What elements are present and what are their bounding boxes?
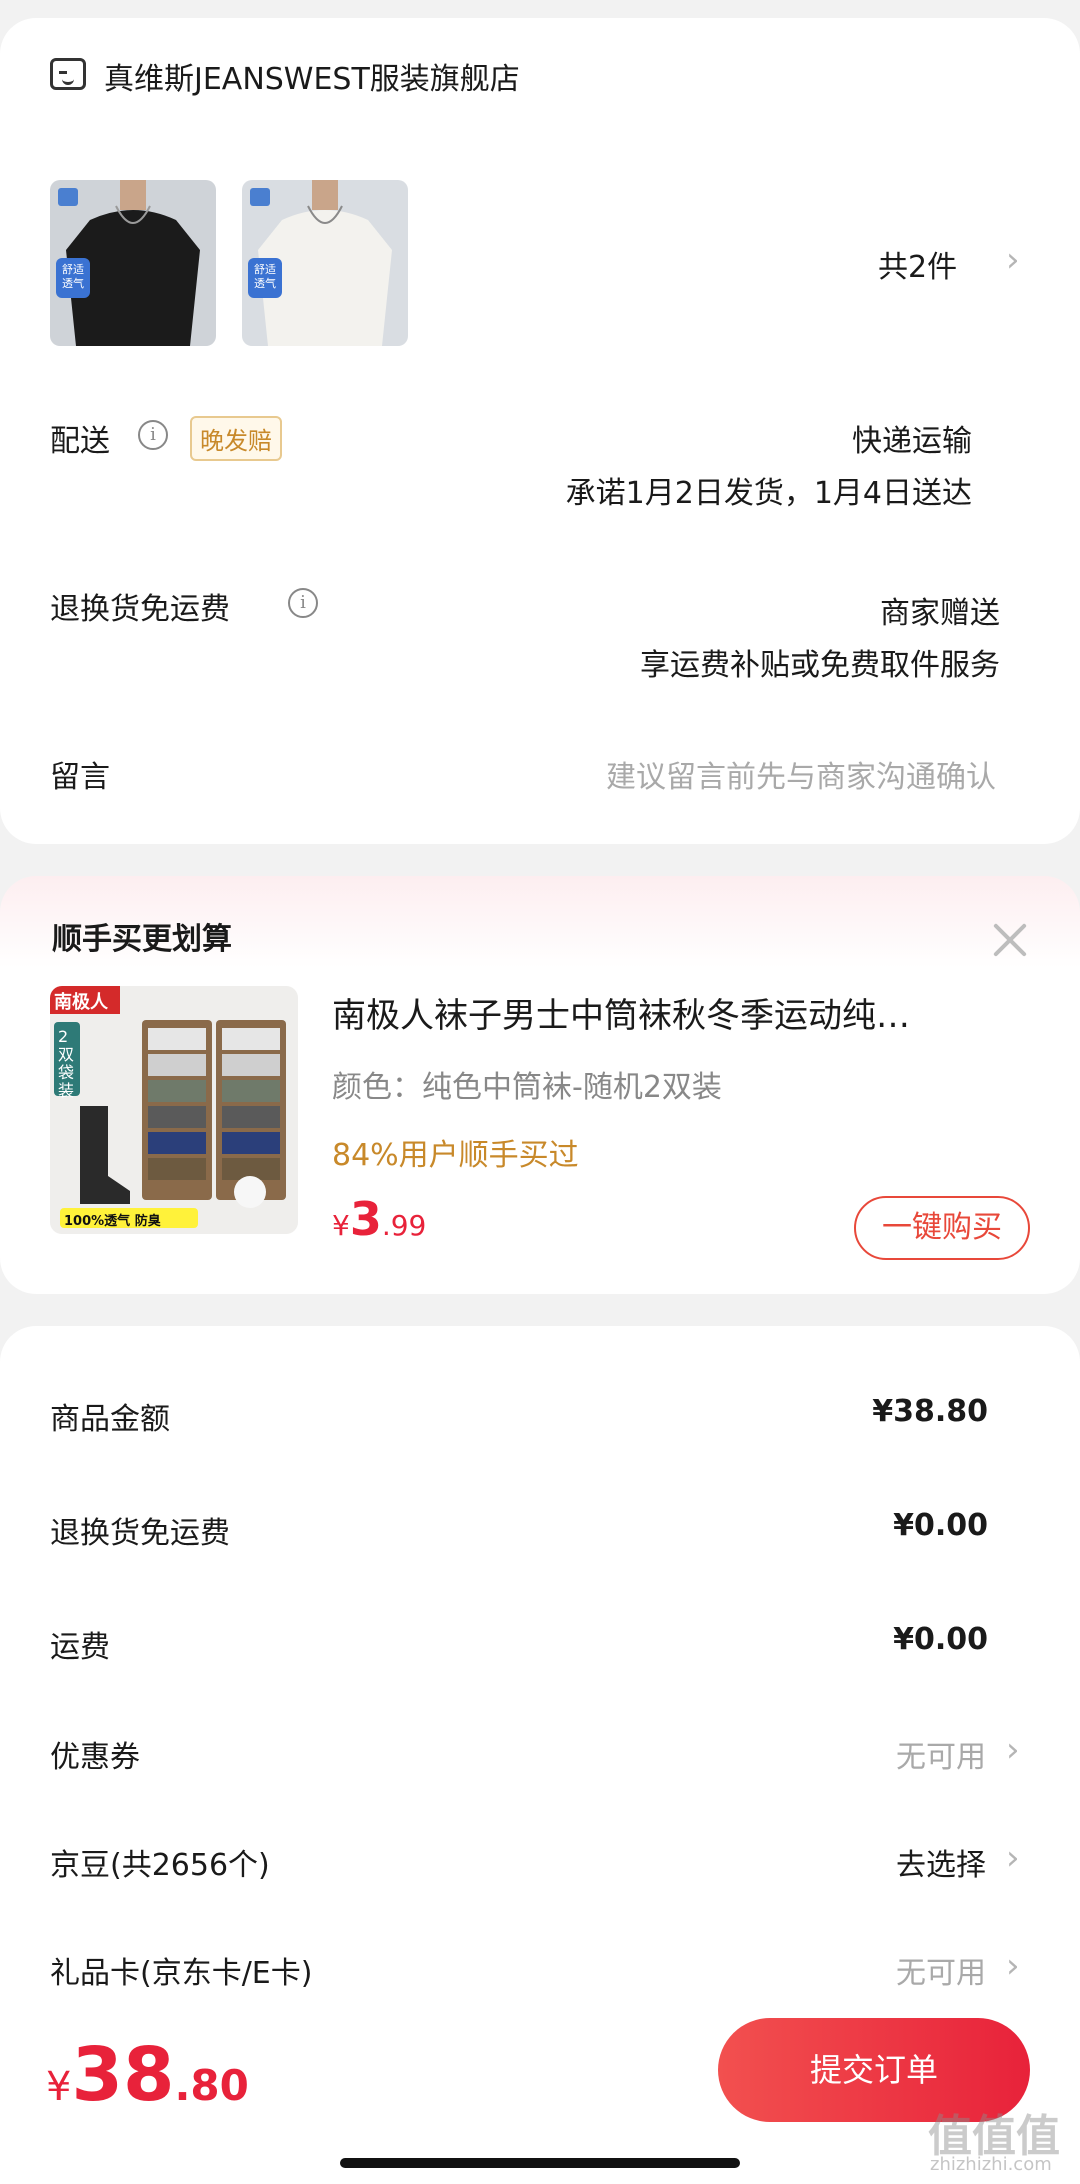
close-icon[interactable] <box>990 920 1030 960</box>
total-price-decimal: .80 <box>174 2061 249 2110</box>
message-label: 留言 <box>50 760 110 795</box>
price-symbol: ¥ <box>332 1209 350 1242</box>
sock-pack-label: 2双袋装 <box>58 1027 75 1100</box>
upsell-stat: 84%用户顺手买过 <box>332 1138 579 1173</box>
one-click-buy-button[interactable]: 一键购买 <box>854 1196 1030 1260</box>
total-price: ¥38.80 <box>46 2032 249 2118</box>
upsell-price: ¥3.99 <box>332 1192 426 1246</box>
info-icon[interactable]: i <box>288 588 318 618</box>
message-input[interactable]: 建议留言前先与商家沟通确认 <box>606 752 996 796</box>
upsell-card: 顺手买更划算 南极人 2双袋装 100%透气 防臭 南极人袜子男士中筒袜秋冬季运… <box>0 876 1080 1294</box>
summary-label-giftcard: 礼品卡(京东卡/E卡) <box>50 1956 313 1991</box>
chevron-right-icon[interactable]: › <box>1006 240 1020 280</box>
order-summary-card: 商品金额 ¥38.80 退换货免运费 ¥0.00 运费 ¥0.00 优惠券 无可… <box>0 1326 1080 2046</box>
delivery-method[interactable]: 快递运输 <box>852 416 972 460</box>
delivery-label: 配送 <box>50 424 110 459</box>
product-thumb-black[interactable]: 舒适 透气 <box>50 180 216 346</box>
brand-tag-icon <box>250 188 270 206</box>
total-price-integer: 38 <box>71 2032 175 2118</box>
summary-value-giftcard[interactable]: 无可用 <box>896 1948 986 1992</box>
store-icon <box>50 58 86 90</box>
return-shipping-desc: 享运费补贴或免费取件服务 <box>640 648 1000 683</box>
return-shipping-label: 退换货免运费 <box>50 592 230 627</box>
brand-tag-icon <box>58 188 78 206</box>
price-decimal: .99 <box>381 1209 427 1242</box>
summary-label-coupon: 优惠券 <box>50 1740 140 1775</box>
delivery-promise: 承诺1月2日发货，1月4日送达 <box>565 476 972 511</box>
summary-label-return: 退换货免运费 <box>50 1516 230 1551</box>
product-thumb-white[interactable]: 舒适 透气 <box>242 180 408 346</box>
sock-feature-label: 100%透气 防臭 <box>64 1214 161 1229</box>
summary-value-jingdou[interactable]: 去选择 <box>896 1840 986 1884</box>
comfort-badge: 舒适 透气 <box>248 258 282 298</box>
comfort-badge: 舒适 透气 <box>56 258 90 298</box>
store-name[interactable]: 真维斯JEANSWEST服装旗舰店 <box>104 54 520 98</box>
return-shipping-value: 商家赠送 <box>880 596 1000 631</box>
home-indicator[interactable] <box>340 2158 740 2168</box>
sock-box-image <box>50 986 298 1234</box>
sock-product-image[interactable]: 南极人 2双袋装 100%透气 防臭 <box>50 986 298 1234</box>
bottom-bar: ¥38.80 提交订单 值值值 zhizhizhi.com <box>0 2004 1080 2184</box>
upsell-title: 顺手买更划算 <box>52 922 232 957</box>
chevron-right-icon[interactable]: › <box>1006 1838 1020 1878</box>
item-count[interactable]: 共2件 <box>878 242 957 286</box>
watermark-url: zhizhizhi.com <box>930 2154 1052 2175</box>
late-compensation-badge: 晚发赔 <box>190 416 282 461</box>
summary-value-goods: ¥38.80 <box>872 1394 988 1429</box>
summary-value-shipping: ¥0.00 <box>893 1622 988 1657</box>
total-price-symbol: ¥ <box>46 2064 72 2110</box>
upsell-product-spec: 颜色：纯色中筒袜-随机2双装 <box>332 1070 722 1105</box>
chevron-right-icon[interactable]: › <box>1006 1946 1020 1986</box>
summary-label-jingdou: 京豆(共2656个) <box>50 1848 270 1883</box>
upsell-product-name[interactable]: 南极人袜子男士中筒袜秋冬季运动纯… <box>332 988 1012 1037</box>
store-card: 真维斯JEANSWEST服装旗舰店 舒适 透气 舒适 透气 共2件 › 配送 i… <box>0 18 1080 844</box>
sock-brand-label: 南极人 <box>54 992 108 1013</box>
summary-label-shipping: 运费 <box>50 1630 110 1665</box>
price-integer: 3 <box>349 1192 382 1246</box>
summary-value-return: ¥0.00 <box>893 1508 988 1543</box>
summary-value-coupon[interactable]: 无可用 <box>896 1732 986 1776</box>
summary-label-goods: 商品金额 <box>50 1402 170 1437</box>
info-icon[interactable]: i <box>138 420 168 450</box>
chevron-right-icon[interactable]: › <box>1006 1730 1020 1770</box>
